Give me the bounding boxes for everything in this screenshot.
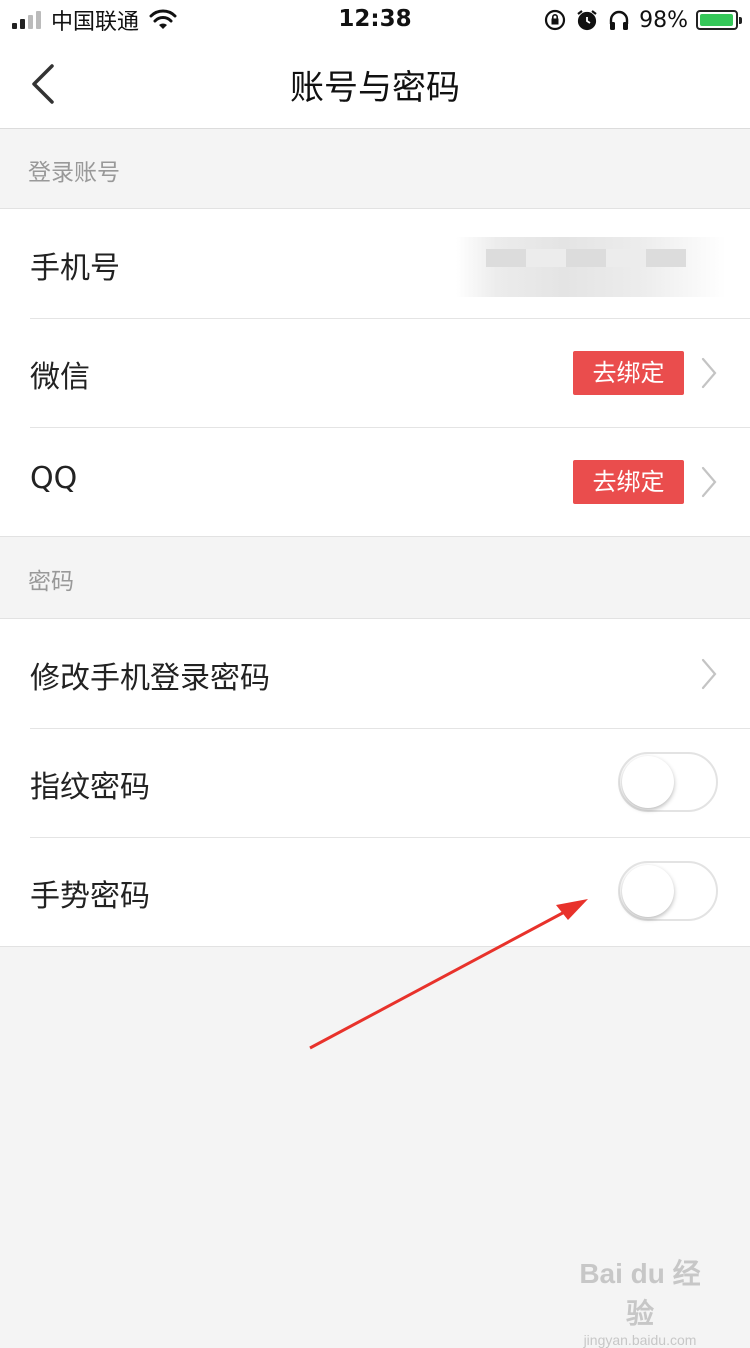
status-bar: 中国联通 12:38 98% [0,0,750,40]
orientation-lock-icon [544,9,566,31]
battery-fill [700,14,734,26]
row-label: 修改手机登录密码 [30,661,270,696]
chevron-right-icon[interactable] [700,465,718,499]
headphones-icon [609,10,629,30]
chevron-right-icon[interactable] [700,657,718,691]
watermark-brand: Bai du 经验 [579,1258,701,1329]
toggle-knob [622,756,674,808]
section-header-password: 密码 [0,538,750,618]
section-header-label: 登录账号 [28,160,120,186]
status-right: 98% [543,6,742,34]
list-item-qq[interactable]: QQ 去绑定 [0,427,750,536]
gesture-toggle[interactable] [618,861,718,921]
row-label: 指纹密码 [30,770,150,805]
login-accounts-group: 手机号 微信 去绑定 QQ 去绑定 [0,208,750,537]
list-item-phone: 手机号 [0,209,750,318]
password-group: 修改手机登录密码 指纹密码 手势密码 [0,618,750,947]
watermark-sub: jingyan.baidu.com [583,1332,697,1348]
wechat-unbind-button[interactable]: 去绑定 [573,351,684,395]
toggle-knob [622,865,674,917]
fingerprint-toggle[interactable] [618,752,718,812]
row-label: QQ [30,461,78,496]
row-label: 手势密码 [30,879,150,914]
watermark-logo: Bai du 经验 jingyan.baidu.com [570,1252,710,1348]
nav-bar: 账号与密码 [0,40,750,129]
row-label: 微信 [30,360,90,395]
page-title: 账号与密码 [290,68,460,108]
phone-number-blurred [456,237,726,297]
alarm-icon [577,10,597,31]
section-header-label: 密码 [28,569,74,595]
battery-icon [696,10,742,30]
list-item-change-password[interactable]: 修改手机登录密码 [0,619,750,728]
list-item-gesture: 手势密码 [0,837,750,946]
battery-percent: 98% [639,7,688,33]
qq-unbind-button[interactable]: 去绑定 [573,460,684,504]
list-item-wechat[interactable]: 微信 去绑定 [0,318,750,427]
list-item-fingerprint: 指纹密码 [0,728,750,837]
section-header-login: 登录账号 [0,129,750,209]
chevron-right-icon[interactable] [700,356,718,390]
row-label: 手机号 [30,251,120,286]
